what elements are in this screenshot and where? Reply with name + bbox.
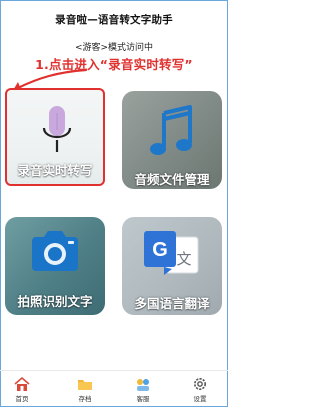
nav-item-settings[interactable]: 设置	[180, 374, 220, 404]
nav-archive-label: 存档	[78, 395, 92, 403]
tile-translate-label: 多国语言翻译	[134, 296, 210, 311]
tile-photo-ocr[interactable]: 拍照识别文字	[5, 217, 105, 315]
nav-customer-service-label: 客服	[136, 395, 150, 403]
translate-icon: G 文	[144, 231, 199, 275]
svg-text:G: G	[152, 239, 168, 261]
bottom-nav: 首页 存档 客服 设置	[0, 374, 228, 404]
app-title: 录音啦—语音转文字助手	[55, 14, 173, 26]
bottom-nav-divider	[0, 370, 228, 371]
guest-mode-text: <游客>模式访问中	[74, 43, 154, 53]
camera-icon	[32, 231, 78, 271]
nav-item-home[interactable]: 首页	[2, 374, 42, 404]
tile-audio-label: 音频文件管理	[134, 172, 210, 187]
tile-record-label: 录音实时转写	[17, 163, 93, 178]
nav-item-customer-service[interactable]: 客服	[123, 374, 163, 404]
tile-audio-file-management[interactable]: 音频文件管理	[122, 91, 222, 189]
nav-settings-label: 设置	[193, 395, 207, 403]
nav-home-label: 首页	[15, 395, 29, 403]
microphone-icon	[42, 106, 72, 152]
music-note-icon	[150, 105, 192, 155]
svg-text:文: 文	[176, 250, 191, 268]
home-icon	[14, 376, 30, 391]
customer-service-icon	[137, 379, 149, 391]
gear-icon	[194, 378, 206, 390]
tile-photo-label: 拍照识别文字	[17, 294, 93, 309]
archive-icon	[78, 380, 92, 390]
tile-record-realtime-transcribe[interactable]: 录音实时转写	[5, 88, 105, 186]
tile-multilanguage-translate[interactable]: G 文 多国语言翻译	[122, 217, 222, 315]
nav-item-archive[interactable]: 存档	[65, 374, 105, 404]
